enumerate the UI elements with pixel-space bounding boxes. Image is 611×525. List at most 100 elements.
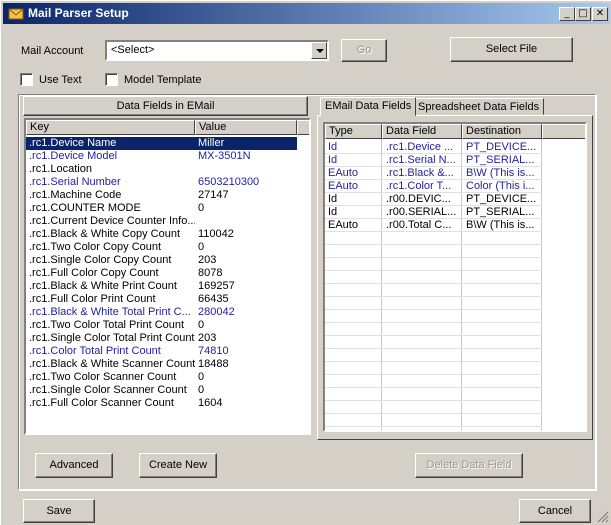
mail-parser-window: Mail Parser Setup _ □ ✕ Mail Account <Se… bbox=[0, 0, 611, 525]
minimize-icon[interactable]: _ bbox=[559, 7, 575, 21]
field-key: .rc1.Two Color Scanner Count bbox=[29, 371, 177, 383]
field-key: .rc1.Full Color Print Count bbox=[29, 293, 156, 305]
field-key: .rc1.Full Color Copy Count bbox=[29, 267, 159, 279]
list-item[interactable]: .rc1.Color Total Print Count 74810 bbox=[26, 345, 297, 358]
grid-line bbox=[325, 426, 542, 427]
table-row[interactable]: EAuto .rc1.Black &... B\W (This is... bbox=[325, 167, 542, 180]
list-item[interactable]: .rc1.Single Color Copy Count 203 bbox=[26, 254, 297, 267]
list-item[interactable]: .rc1.Single Color Total Print Count 203 bbox=[26, 332, 297, 345]
field-value: 74810 bbox=[198, 345, 229, 357]
field-key: .rc1.Black & White Scanner Count bbox=[29, 358, 195, 370]
grid-line bbox=[325, 309, 542, 310]
field-value: 0 bbox=[198, 319, 205, 331]
grid-line bbox=[325, 348, 542, 349]
table-row[interactable]: Id .rc1.Serial N... PT_SERIAL... bbox=[325, 154, 542, 167]
use-text-checkbox[interactable] bbox=[20, 73, 33, 86]
tab-spreadsheet-data-fields[interactable]: Spreadsheet Data Fields bbox=[413, 98, 545, 115]
data-fields-list[interactable]: Key Value .rc1.Device Name Miller .rc1.Dev… bbox=[24, 118, 311, 435]
list-item[interactable]: .rc1.Black & White Print Count 169257 bbox=[26, 280, 297, 293]
mail-account-select[interactable]: <Select> bbox=[105, 40, 329, 61]
list-item[interactable]: .rc1.Black & White Scanner Count 18488 bbox=[26, 358, 297, 371]
field-key: .rc1.Serial Number bbox=[29, 176, 121, 188]
list-item[interactable]: .rc1.Two Color Copy Count 0 bbox=[26, 241, 297, 254]
list-item[interactable]: .rc1.Two Color Scanner Count 0 bbox=[26, 371, 297, 384]
field-key: .rc1.Full Color Scanner Count bbox=[29, 397, 174, 409]
grid-line bbox=[325, 257, 542, 258]
list-item[interactable]: .rc1.Full Color Scanner Count 1604 bbox=[26, 397, 297, 410]
cell-dest: PT_SERIAL... bbox=[466, 154, 535, 166]
field-value: 18488 bbox=[198, 358, 229, 370]
tab-email-data-fields[interactable]: EMail Data Fields bbox=[320, 97, 417, 116]
resize-grip-icon[interactable] bbox=[597, 511, 609, 523]
save-button[interactable]: Save bbox=[23, 499, 95, 523]
grid-line bbox=[325, 270, 542, 271]
cell-type: EAuto bbox=[328, 219, 358, 231]
list-item[interactable]: .rc1.Machine Code 27147 bbox=[26, 189, 297, 202]
field-value: 203 bbox=[198, 254, 217, 266]
column-header-data-field[interactable]: Data Field bbox=[382, 124, 462, 139]
field-value: MX-3501N bbox=[198, 150, 251, 162]
cell-dest: B\W (This is... bbox=[466, 219, 535, 231]
table-row[interactable]: Id .r00.SERIAL... PT_SERIAL... bbox=[325, 206, 542, 219]
list-item[interactable]: .rc1.Black & White Copy Count 110042 bbox=[26, 228, 297, 241]
list-item[interactable]: .rc1.Full Color Print Count 66435 bbox=[26, 293, 297, 306]
cell-field: .r00.DEVIC... bbox=[386, 193, 451, 205]
envelope-icon bbox=[8, 8, 24, 20]
mapped-fields-list[interactable]: Type Data Field Destination Id .rc1.Devic… bbox=[323, 122, 587, 432]
field-value: 0 bbox=[198, 384, 205, 396]
mail-account-label: Mail Account bbox=[21, 45, 84, 57]
field-key: .rc1.Single Color Scanner Count bbox=[29, 384, 187, 396]
column-header-type[interactable]: Type bbox=[325, 124, 382, 139]
list-item[interactable]: .rc1.Full Color Copy Count 8078 bbox=[26, 267, 297, 280]
field-key: .rc1.Black & White Print Count bbox=[29, 280, 177, 292]
cell-field: .r00.Total C... bbox=[386, 219, 452, 231]
delete-data-field-button[interactable]: Delete Data Field bbox=[415, 453, 523, 478]
field-value: 27147 bbox=[198, 189, 229, 201]
chevron-down-icon[interactable] bbox=[311, 42, 327, 59]
field-key: .rc1.COUNTER MODE bbox=[29, 202, 141, 214]
cell-field: .rc1.Black &... bbox=[386, 167, 454, 179]
grid-line bbox=[325, 361, 542, 362]
cell-field: .rc1.Device ... bbox=[386, 141, 454, 153]
list-item[interactable]: .rc1.Device Name Miller bbox=[26, 137, 297, 150]
cancel-button[interactable]: Cancel bbox=[519, 499, 591, 523]
title-bar[interactable]: Mail Parser Setup _ □ ✕ bbox=[3, 3, 610, 24]
cell-type: EAuto bbox=[328, 180, 358, 192]
advanced-button[interactable]: Advanced bbox=[35, 453, 113, 478]
column-header-key[interactable]: Key bbox=[26, 120, 195, 135]
field-key: .rc1.Single Color Copy Count bbox=[29, 254, 172, 266]
list-item[interactable]: .rc1.Two Color Total Print Count 0 bbox=[26, 319, 297, 332]
column-header-value[interactable]: Value bbox=[195, 120, 297, 135]
table-row[interactable]: EAuto .r00.Total C... B\W (This is... bbox=[325, 219, 542, 232]
list-item[interactable]: .rc1.Device Model MX-3501N bbox=[26, 150, 297, 163]
field-value: Miller bbox=[198, 137, 225, 149]
table-row[interactable]: Id .rc1.Device ... PT_DEVICE... bbox=[325, 141, 542, 154]
table-row[interactable]: Id .r00.DEVIC... PT_DEVICE... bbox=[325, 193, 542, 206]
list-item[interactable]: .rc1.Black & White Total Print C... 28004… bbox=[26, 306, 297, 319]
list-item[interactable]: .rc1.Single Color Scanner Count 0 bbox=[26, 384, 297, 397]
field-key: .rc1.Current Device Counter Info... bbox=[29, 215, 195, 227]
model-template-checkbox[interactable] bbox=[105, 73, 118, 86]
go-button[interactable]: Go bbox=[341, 39, 387, 62]
close-icon[interactable]: ✕ bbox=[592, 7, 608, 21]
list-item[interactable]: .rc1.COUNTER MODE 0 bbox=[26, 202, 297, 215]
list-item[interactable]: .rc1.Location bbox=[26, 163, 297, 176]
column-header-destination[interactable]: Destination bbox=[462, 124, 542, 139]
create-new-button[interactable]: Create New bbox=[139, 453, 217, 478]
field-key: .rc1.Device Name bbox=[29, 137, 117, 149]
use-text-label: Use Text bbox=[39, 74, 82, 86]
cell-dest: PT_DEVICE... bbox=[466, 193, 537, 205]
cell-dest: Color (This i... bbox=[466, 180, 535, 192]
list-item[interactable]: .rc1.Current Device Counter Info... bbox=[26, 215, 297, 228]
table-row[interactable]: EAuto .rc1.Color T... Color (This i... bbox=[325, 180, 542, 193]
column-header-filler bbox=[297, 120, 309, 135]
list-item[interactable]: .rc1.Serial Number 6503210300 bbox=[26, 176, 297, 189]
field-key: .rc1.Two Color Copy Count bbox=[29, 241, 162, 253]
cell-field: .rc1.Serial N... bbox=[386, 154, 456, 166]
cell-type: Id bbox=[328, 193, 338, 205]
field-value: 0 bbox=[198, 202, 205, 214]
field-value: 169257 bbox=[198, 280, 235, 292]
select-file-button[interactable]: Select File bbox=[450, 37, 573, 62]
field-key: .rc1.Machine Code bbox=[29, 189, 122, 201]
maximize-icon[interactable]: □ bbox=[575, 7, 591, 21]
